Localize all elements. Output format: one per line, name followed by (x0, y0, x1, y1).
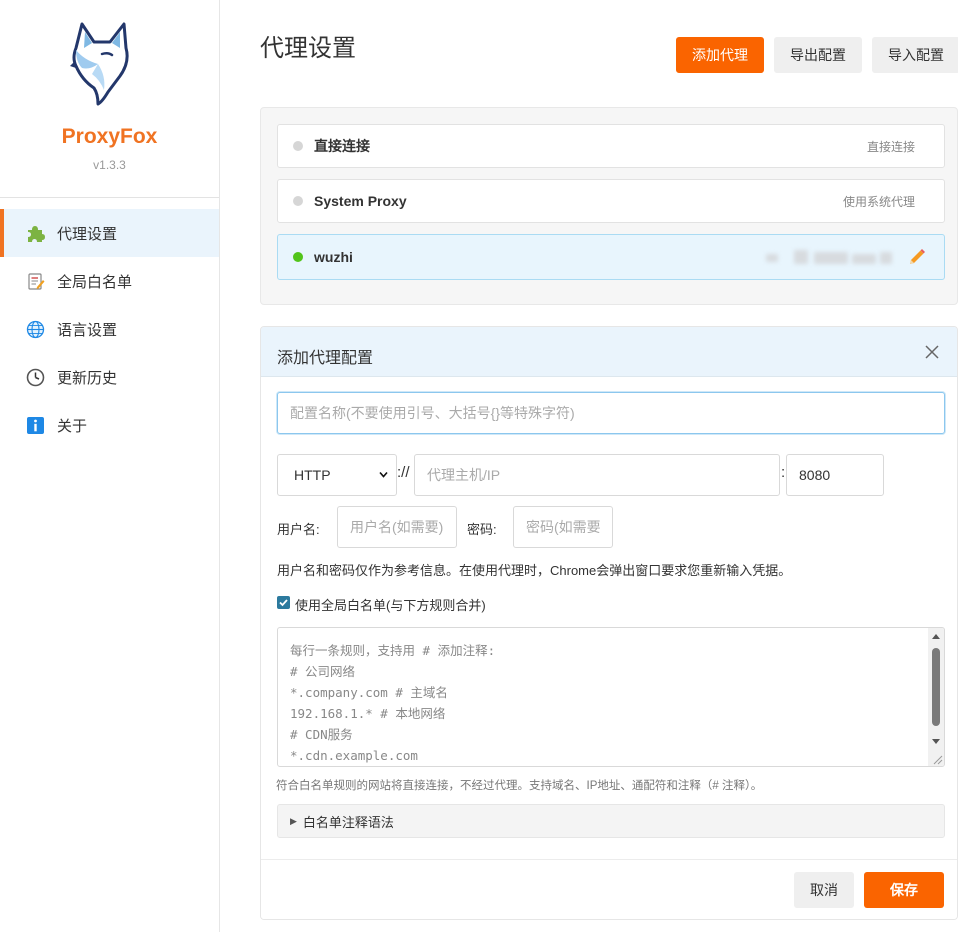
sidebar-item-label: 关于 (57, 417, 88, 435)
app-version: v1.3.3 (93, 158, 126, 172)
whitelist-checkbox[interactable] (277, 596, 290, 609)
form-title: 添加代理配置 (277, 350, 374, 367)
info-icon (26, 416, 45, 435)
whitelist-checkbox-label[interactable]: 使用全局白名单(与下方规则合并) (295, 595, 486, 614)
notepad-icon (26, 272, 45, 291)
whitelist-note: 符合白名单规则的网站将直接连接，不经过代理。支持域名、IP地址、通配符和注释（#… (276, 780, 763, 792)
proxy-description: 使用系统代理 (842, 194, 915, 209)
sidebar-item-proxy-settings[interactable]: 代理设置 (0, 209, 219, 257)
clock-icon (26, 368, 45, 387)
auth-hint: 用户名和密码仅作为参考信息。在使用代理时，Chrome会弹出窗口要求您重新输入凭… (277, 563, 792, 578)
proxy-list: 直接连接 直接连接 System Proxy 使用系统代理 wuzhi (260, 107, 958, 305)
port-separator: : (781, 464, 786, 481)
sidebar-item-about[interactable]: 关于 (0, 401, 219, 449)
scroll-down-icon[interactable] (931, 738, 941, 746)
sidebar-item-label: 全局白名单 (57, 273, 133, 291)
app-name: ProxyFox (61, 125, 158, 148)
sidebar: ProxyFox v1.3.3 代理设置 全局白名单 语言设置 更新历史 关于 (0, 0, 220, 932)
password-input[interactable] (513, 506, 613, 548)
sidebar-item-label: 代理设置 (57, 225, 118, 243)
proxy-item-wuzhi[interactable]: wuzhi (277, 234, 945, 280)
import-config-button[interactable]: 导入配置 (872, 37, 958, 73)
details-summary: 白名单注释语法 (302, 814, 394, 830)
active-status-dot (293, 252, 303, 262)
scroll-up-icon[interactable] (931, 632, 941, 640)
checkmark-icon (279, 599, 288, 607)
puzzle-icon (26, 224, 45, 243)
proxy-item-direct[interactable]: 直接连接 直接连接 (277, 124, 945, 168)
username-label: 用户名: (277, 522, 320, 537)
export-config-button[interactable]: 导出配置 (774, 37, 862, 73)
proxy-host-input[interactable] (414, 454, 780, 496)
logo-area: ProxyFox v1.3.3 (0, 0, 219, 198)
close-icon[interactable] (923, 343, 941, 361)
chevron-down-icon (379, 471, 388, 478)
triangle-right-icon: ▶ (290, 815, 297, 826)
rules-placeholder: 每行一条规则，支持用 # 添加注释: # 公司网络 *.company.com … (290, 643, 496, 763)
port-input[interactable] (786, 454, 884, 496)
form-header: 添加代理配置 (261, 327, 957, 377)
pencil-icon[interactable] (907, 247, 927, 267)
status-dot (293, 141, 303, 151)
redacted-address (766, 248, 896, 266)
sidebar-item-label: 更新历史 (57, 369, 118, 387)
proxy-description: 直接连接 (866, 139, 915, 154)
protocol-value: HTTP (294, 467, 331, 483)
whitelist-rules-textarea[interactable]: 每行一条规则，支持用 # 添加注释: # 公司网络 *.company.com … (277, 627, 945, 767)
sidebar-item-global-whitelist[interactable]: 全局白名单 (0, 257, 219, 305)
scroll-thumb[interactable] (932, 648, 940, 726)
textarea-scrollbar[interactable] (928, 628, 944, 766)
sidebar-item-label: 语言设置 (57, 321, 118, 339)
config-name-input[interactable] (277, 392, 945, 434)
proxy-name: wuzhi (314, 249, 353, 265)
sidebar-item-update-history[interactable]: 更新历史 (0, 353, 219, 401)
add-proxy-button[interactable]: 添加代理 (676, 37, 764, 73)
status-dot (293, 196, 303, 206)
page-title: 代理设置 (260, 35, 356, 62)
username-input[interactable] (337, 506, 457, 548)
password-label: 密码: (467, 522, 497, 537)
proxy-item-system[interactable]: System Proxy 使用系统代理 (277, 179, 945, 223)
resize-grip-icon[interactable] (931, 753, 943, 765)
proxy-name: System Proxy (314, 193, 407, 209)
cancel-button[interactable]: 取消 (794, 872, 854, 908)
protocol-select[interactable]: HTTP (277, 454, 397, 496)
scheme-separator: :// (397, 464, 410, 481)
proxy-name: 直接连接 (314, 138, 370, 154)
form-footer: 取消 保存 (261, 859, 957, 919)
save-button[interactable]: 保存 (864, 872, 944, 908)
add-proxy-form: 添加代理配置 HTTP :// : 用户名: 密码: 用户名和密码仅作为参考信息… (260, 326, 958, 920)
globe-icon (26, 320, 45, 339)
sidebar-item-language[interactable]: 语言设置 (0, 305, 219, 353)
fox-logo-icon (70, 22, 129, 106)
syntax-details-toggle[interactable]: ▶ 白名单注释语法 (277, 804, 945, 838)
